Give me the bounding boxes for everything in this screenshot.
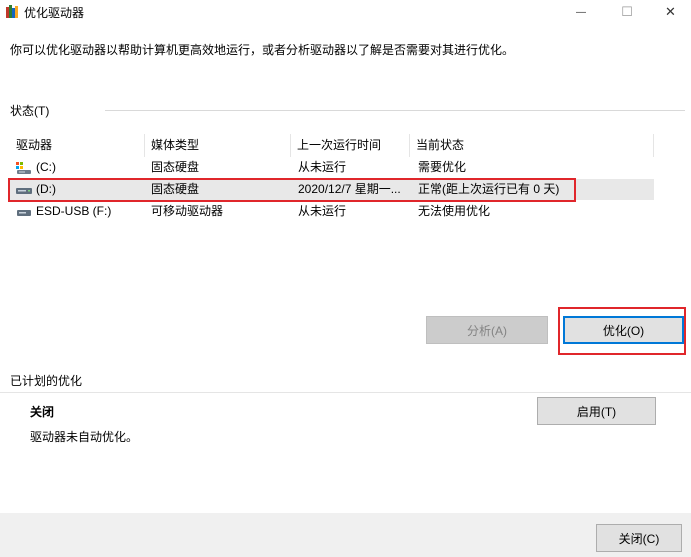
media-type: 可移动驱动器	[151, 204, 224, 218]
table-row[interactable]: ESD-USB (F:) 可移动驱动器 从未运行 无法使用优化	[10, 201, 654, 222]
current-status: 需要优化	[418, 160, 467, 174]
column-header-last-run[interactable]: 上一次运行时间	[291, 134, 410, 157]
last-run: 从未运行	[298, 204, 347, 218]
close-window-button[interactable]: ✕	[650, 0, 691, 24]
last-run: 从未运行	[298, 160, 347, 174]
title-bar: 优化驱动器 — ☐ ✕	[0, 0, 691, 30]
media-type: 固态硬盘	[151, 160, 200, 174]
close-button[interactable]: 关闭(C)	[596, 524, 682, 552]
usb-drive-icon	[17, 209, 31, 216]
maximize-button[interactable]: ☐	[604, 0, 650, 24]
column-header-drive[interactable]: 驱动器	[10, 134, 145, 157]
minimize-icon: —	[576, 6, 586, 18]
system-drive-icon	[16, 161, 31, 174]
scheduled-optimization-label: 已计划的优化	[10, 374, 83, 388]
drive-name: (C:)	[36, 160, 56, 174]
table-header: 驱动器 媒体类型 上一次运行时间 当前状态	[10, 134, 654, 157]
close-icon: ✕	[665, 4, 676, 19]
drive-cell: (C:)	[16, 157, 142, 178]
button-highlight-annotation	[558, 307, 686, 355]
row-highlight-annotation	[8, 178, 576, 202]
drive-table: 驱动器 媒体类型 上一次运行时间 当前状态 (C:) 固态硬盘 从未运行 需要优…	[10, 134, 654, 292]
status-divider	[105, 110, 685, 111]
schedule-divider	[0, 392, 691, 393]
minimize-button[interactable]: —	[558, 0, 604, 24]
drive-name: ESD-USB (F:)	[36, 204, 112, 218]
maximize-icon: ☐	[621, 4, 633, 19]
current-status: 无法使用优化	[418, 204, 491, 218]
column-header-current-status[interactable]: 当前状态	[410, 134, 654, 157]
status-label: 状态(T)	[10, 104, 50, 118]
analyze-button[interactable]: 分析(A)	[426, 316, 548, 344]
column-header-media-type[interactable]: 媒体类型	[145, 134, 291, 157]
window-title: 优化驱动器	[24, 6, 85, 20]
drive-cell: ESD-USB (F:)	[16, 201, 142, 222]
dialog-footer	[0, 513, 691, 557]
defrag-app-icon	[6, 5, 18, 18]
schedule-state: 关闭	[30, 405, 55, 419]
enable-button[interactable]: 启用(T)	[537, 397, 656, 425]
intro-text: 你可以优化驱动器以帮助计算机更高效地运行，或者分析驱动器以了解是否需要对其进行优…	[10, 43, 515, 57]
table-row[interactable]: (C:) 固态硬盘 从未运行 需要优化	[10, 157, 654, 178]
schedule-description: 驱动器未自动优化。	[30, 430, 139, 444]
